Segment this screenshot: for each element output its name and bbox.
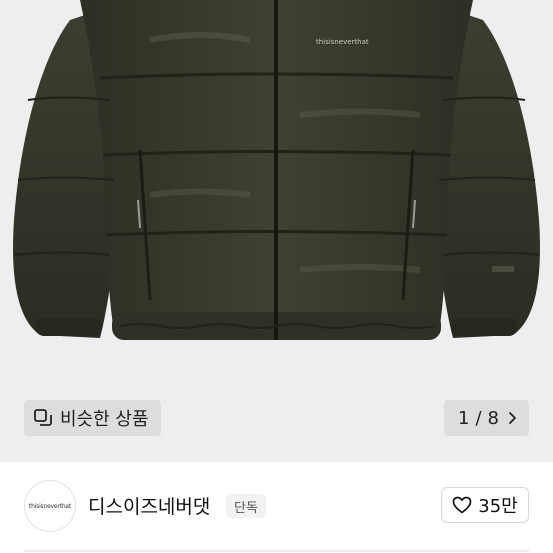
image-page-indicator[interactable]: 1 / 8 — [444, 400, 529, 436]
like-button[interactable]: 35만 — [441, 487, 529, 523]
stacked-squares-icon — [34, 409, 52, 427]
page-total: 8 — [487, 407, 499, 429]
jacket-logo-text: thisisneverthat — [316, 38, 369, 46]
similar-products-label: 비슷한 상품 — [60, 409, 149, 430]
heart-outline-icon — [452, 496, 472, 514]
seller-avatar[interactable]: thisisneverthat — [24, 480, 76, 532]
chevron-right-icon — [505, 411, 519, 425]
product-image-puffer-jacket — [0, 0, 553, 462]
similar-products-button[interactable]: 비슷한 상품 — [24, 400, 161, 436]
product-image-gallery[interactable]: thisisneverthat 비슷한 상품 1 / 8 — [0, 0, 553, 462]
avatar-logo-text: thisisneverthat — [28, 502, 72, 510]
divider — [24, 550, 529, 552]
exclusive-badge: 단독 — [226, 494, 266, 518]
like-count: 35만 — [478, 496, 518, 517]
seller-name[interactable]: 디스이즈네버댓 — [88, 492, 210, 519]
page-separator: / — [475, 407, 482, 429]
page-current: 1 — [458, 407, 470, 429]
